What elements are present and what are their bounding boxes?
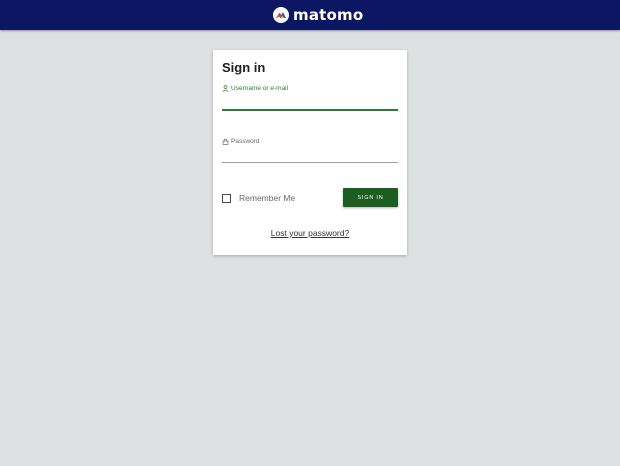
username-underline	[222, 109, 398, 111]
username-field: Username or e-mail	[222, 83, 398, 111]
brand-name: matomo	[293, 6, 364, 24]
remember-me-label[interactable]: Remember Me	[239, 193, 295, 203]
remember-me[interactable]: Remember Me	[222, 192, 295, 204]
sign-in-button[interactable]: SIGN IN	[343, 188, 398, 207]
lost-password-link[interactable]: Lost your password?	[213, 228, 407, 238]
matomo-logo-icon	[273, 7, 289, 23]
password-field: Password	[222, 136, 398, 163]
password-underline	[222, 162, 398, 163]
remember-me-checkbox[interactable]	[222, 193, 231, 203]
lock-icon	[222, 138, 229, 145]
username-label: Username or e-mail	[231, 84, 289, 92]
user-icon	[222, 84, 229, 92]
page-title: Sign in	[222, 60, 266, 75]
username-label-row: Username or e-mail	[222, 83, 398, 93]
username-input[interactable]	[222, 95, 398, 109]
brand[interactable]: matomo	[273, 6, 363, 24]
top-bar: matomo	[0, 0, 620, 30]
login-card: Sign in Username or e-mail Password Reme…	[213, 50, 407, 255]
password-label-row: Password	[222, 136, 398, 146]
password-input[interactable]	[222, 148, 398, 162]
password-label: Password	[231, 137, 260, 145]
